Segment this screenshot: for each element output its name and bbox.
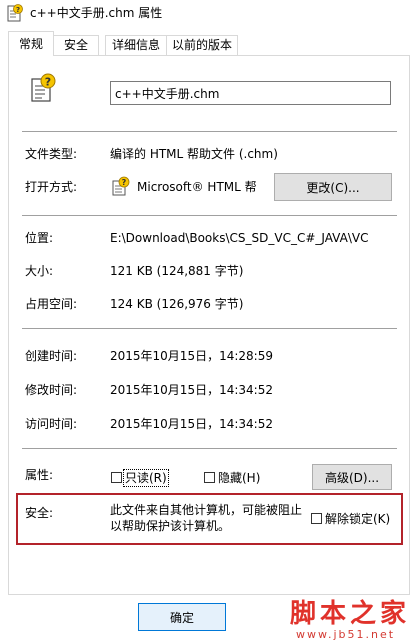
chm-file-icon: ? <box>7 4 23 22</box>
svg-text:?: ? <box>45 76 51 89</box>
hidden-label[interactable]: 隐藏(H) <box>218 470 260 486</box>
tab-security[interactable]: 安全 <box>53 35 99 55</box>
watermark-url: www.jb51.net <box>296 628 396 641</box>
window-title: c++中文手册.chm 属性 <box>30 6 163 20</box>
disk-size-value: 124 KB (126,976 字节) <box>110 297 244 311</box>
separator <box>22 215 397 216</box>
location-label: 位置: <box>25 231 54 245</box>
separator <box>22 448 397 449</box>
security-label: 安全: <box>25 506 54 520</box>
open-with-label: 打开方式: <box>25 180 78 194</box>
chm-help-file-icon: ? <box>31 73 56 102</box>
accessed-value: 2015年10月15日，14:34:52 <box>110 417 273 431</box>
html-help-app-icon: ? <box>112 176 130 196</box>
file-type-value: 编译的 HTML 帮助文件 (.chm) <box>110 147 278 161</box>
separator <box>22 131 397 132</box>
watermark-logo: 脚本之家 <box>290 599 411 629</box>
location-value: E:\Download\Books\CS_SD_VC_C#_JAVA\VC <box>110 231 369 245</box>
readonly-label[interactable]: 只读(R) <box>123 469 169 487</box>
size-label: 大小: <box>25 264 54 278</box>
modified-value: 2015年10月15日，14:34:52 <box>110 383 273 397</box>
modified-label: 修改时间: <box>25 383 78 397</box>
change-button[interactable]: 更改(C)... <box>274 173 392 201</box>
attributes-label: 属性: <box>25 468 54 482</box>
accessed-label: 访问时间: <box>25 417 78 431</box>
tab-previous-versions[interactable]: 以前的版本 <box>166 35 238 55</box>
title-bar[interactable]: ? c++中文手册.chm 属性 <box>0 0 418 26</box>
hidden-checkbox[interactable] <box>204 472 215 483</box>
open-with-value: Microsoft® HTML 帮 <box>137 180 257 194</box>
readonly-checkbox[interactable] <box>111 472 122 483</box>
file-type-label: 文件类型: <box>25 147 78 161</box>
unblock-label[interactable]: 解除锁定(K) <box>325 511 390 527</box>
separator <box>22 328 397 329</box>
advanced-button[interactable]: 高级(D)... <box>312 464 392 490</box>
tab-details[interactable]: 详细信息 <box>105 35 167 55</box>
file-name-input[interactable] <box>110 81 391 105</box>
svg-text:?: ? <box>122 178 127 187</box>
size-value: 121 KB (124,881 字节) <box>110 264 244 278</box>
svg-text:?: ? <box>16 6 20 14</box>
created-value: 2015年10月15日，14:28:59 <box>110 349 273 363</box>
unblock-checkbox[interactable] <box>311 513 322 524</box>
tab-general[interactable]: 常规 <box>8 31 54 56</box>
security-message: 此文件来自其他计算机，可能被阻止以帮助保护该计算机。 <box>110 503 303 533</box>
disk-size-label: 占用空间: <box>25 297 78 311</box>
tab-bar: 常规 安全 详细信息 以前的版本 <box>0 30 418 56</box>
ok-button[interactable]: 确定 <box>138 603 226 631</box>
created-label: 创建时间: <box>25 349 78 363</box>
properties-window: ? c++中文手册.chm 属性 常规 安全 详细信息 以前的版本 ? 文件类型… <box>0 0 418 643</box>
